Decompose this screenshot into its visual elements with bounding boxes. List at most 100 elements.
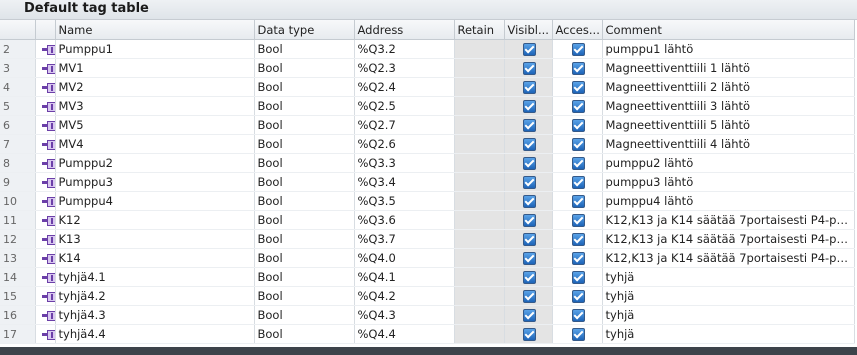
visible-checkbox-cell[interactable] [504, 191, 553, 211]
checkbox-checked-icon[interactable] [572, 271, 585, 284]
visible-checkbox-cell[interactable] [504, 210, 553, 230]
visible-checkbox-cell[interactable] [504, 324, 553, 344]
table-row[interactable]: 14 tyhjä4.1 Bool %Q4.1 tyhjä [0, 267, 855, 287]
tag-comment[interactable]: pumppu1 lähtö [602, 39, 855, 59]
row-number[interactable]: 5 [0, 96, 36, 116]
tag-name[interactable]: tyhjä4.4 [55, 324, 255, 344]
accessible-checkbox-cell[interactable] [552, 58, 603, 78]
header-name[interactable]: Name [55, 20, 255, 40]
accessible-checkbox-cell[interactable] [552, 39, 603, 59]
checkbox-checked-icon[interactable] [523, 290, 536, 303]
table-row[interactable]: 16 tyhjä4.3 Bool %Q4.3 tyhjä [0, 305, 855, 325]
tag-data-type[interactable]: Bool [254, 305, 355, 325]
tag-comment[interactable]: Magneettiventtiili 3 lähtö [602, 96, 855, 116]
accessible-checkbox-cell[interactable] [552, 77, 603, 97]
tag-comment[interactable]: K12,K13 ja K14 säätää 7portaisesti P4-pu… [602, 210, 855, 230]
tag-comment[interactable]: pumppu4 lähtö [602, 191, 855, 211]
checkbox-checked-icon[interactable] [572, 43, 585, 56]
accessible-checkbox-cell[interactable] [552, 96, 603, 116]
checkbox-checked-icon[interactable] [523, 176, 536, 189]
checkbox-checked-icon[interactable] [572, 119, 585, 132]
tag-address[interactable]: %Q3.7 [354, 229, 455, 249]
row-number[interactable]: 14 [0, 267, 36, 287]
tag-address[interactable]: %Q2.6 [354, 134, 455, 154]
tag-address[interactable]: %Q3.5 [354, 191, 455, 211]
row-number[interactable]: 13 [0, 248, 36, 268]
checkbox-checked-icon[interactable] [572, 290, 585, 303]
tag-comment[interactable]: tyhjä [602, 324, 855, 344]
tag-name[interactable]: MV5 [55, 115, 255, 135]
table-row[interactable]: 17 tyhjä4.4 Bool %Q4.4 tyhjä [0, 324, 855, 344]
checkbox-checked-icon[interactable] [523, 62, 536, 75]
table-row[interactable]: 6 MV5 Bool %Q2.7 Magneettiventtiili 5 lähtö [0, 115, 855, 135]
tag-data-type[interactable]: Bool [254, 77, 355, 97]
tag-address[interactable]: %Q4.3 [354, 305, 455, 325]
tag-address[interactable]: %Q4.4 [354, 324, 455, 344]
tag-comment[interactable]: pumppu2 lähtö [602, 153, 855, 173]
table-row[interactable]: 3 MV1 Bool %Q2.3 Magneettiventtiili 1 lähtö [0, 58, 855, 78]
tag-name[interactable]: tyhjä4.2 [55, 286, 255, 306]
row-number[interactable]: 6 [0, 115, 36, 135]
checkbox-checked-icon[interactable] [523, 214, 536, 227]
row-number[interactable]: 4 [0, 77, 36, 97]
tag-address[interactable]: %Q2.5 [354, 96, 455, 116]
row-number[interactable]: 3 [0, 58, 36, 78]
checkbox-checked-icon[interactable] [523, 100, 536, 113]
checkbox-checked-icon[interactable] [523, 252, 536, 265]
checkbox-checked-icon[interactable] [572, 195, 585, 208]
visible-checkbox-cell[interactable] [504, 115, 553, 135]
checkbox-checked-icon[interactable] [523, 157, 536, 170]
checkbox-checked-icon[interactable] [572, 81, 585, 94]
checkbox-checked-icon[interactable] [572, 157, 585, 170]
checkbox-checked-icon[interactable] [572, 233, 585, 246]
tag-name[interactable]: MV2 [55, 77, 255, 97]
accessible-checkbox-cell[interactable] [552, 210, 603, 230]
tag-data-type[interactable]: Bool [254, 39, 355, 59]
visible-checkbox-cell[interactable] [504, 39, 553, 59]
tag-data-type[interactable]: Bool [254, 96, 355, 116]
tag-comment[interactable]: pumppu3 lähtö [602, 172, 855, 192]
checkbox-checked-icon[interactable] [572, 214, 585, 227]
checkbox-checked-icon[interactable] [572, 176, 585, 189]
header-visible[interactable]: Visibl... [504, 20, 553, 40]
tag-name[interactable]: MV3 [55, 96, 255, 116]
accessible-checkbox-cell[interactable] [552, 229, 603, 249]
checkbox-checked-icon[interactable] [523, 309, 536, 322]
row-number[interactable]: 17 [0, 324, 36, 344]
row-number[interactable]: 15 [0, 286, 36, 306]
accessible-checkbox-cell[interactable] [552, 153, 603, 173]
accessible-checkbox-cell[interactable] [552, 115, 603, 135]
header-address[interactable]: Address [354, 20, 455, 40]
checkbox-checked-icon[interactable] [523, 119, 536, 132]
visible-checkbox-cell[interactable] [504, 58, 553, 78]
tag-data-type[interactable]: Bool [254, 191, 355, 211]
checkbox-checked-icon[interactable] [572, 328, 585, 341]
tag-data-type[interactable]: Bool [254, 134, 355, 154]
visible-checkbox-cell[interactable] [504, 248, 553, 268]
checkbox-checked-icon[interactable] [572, 62, 585, 75]
tag-name[interactable]: K13 [55, 229, 255, 249]
tag-name[interactable]: MV1 [55, 58, 255, 78]
tag-name[interactable]: MV4 [55, 134, 255, 154]
tag-data-type[interactable]: Bool [254, 172, 355, 192]
row-number[interactable]: 16 [0, 305, 36, 325]
table-row[interactable]: 8 Pumppu2 Bool %Q3.3 pumppu2 lähtö [0, 153, 855, 173]
table-row[interactable]: 7 MV4 Bool %Q2.6 Magneettiventtiili 4 lähtö [0, 134, 855, 154]
tag-data-type[interactable]: Bool [254, 153, 355, 173]
tag-data-type[interactable]: Bool [254, 115, 355, 135]
tag-name[interactable]: tyhjä4.1 [55, 267, 255, 287]
tag-comment[interactable]: Magneettiventtiili 5 lähtö [602, 115, 855, 135]
checkbox-checked-icon[interactable] [523, 233, 536, 246]
tag-name[interactable]: K14 [55, 248, 255, 268]
accessible-checkbox-cell[interactable] [552, 191, 603, 211]
tag-name[interactable]: K12 [55, 210, 255, 230]
tag-comment[interactable]: tyhjä [602, 286, 855, 306]
visible-checkbox-cell[interactable] [504, 305, 553, 325]
header-comment[interactable]: Comment [602, 20, 855, 40]
visible-checkbox-cell[interactable] [504, 172, 553, 192]
tag-comment[interactable]: Magneettiventtiili 1 lähtö [602, 58, 855, 78]
tag-name[interactable]: Pumppu1 [55, 39, 255, 59]
tag-address[interactable]: %Q3.3 [354, 153, 455, 173]
checkbox-checked-icon[interactable] [523, 328, 536, 341]
accessible-checkbox-cell[interactable] [552, 286, 603, 306]
